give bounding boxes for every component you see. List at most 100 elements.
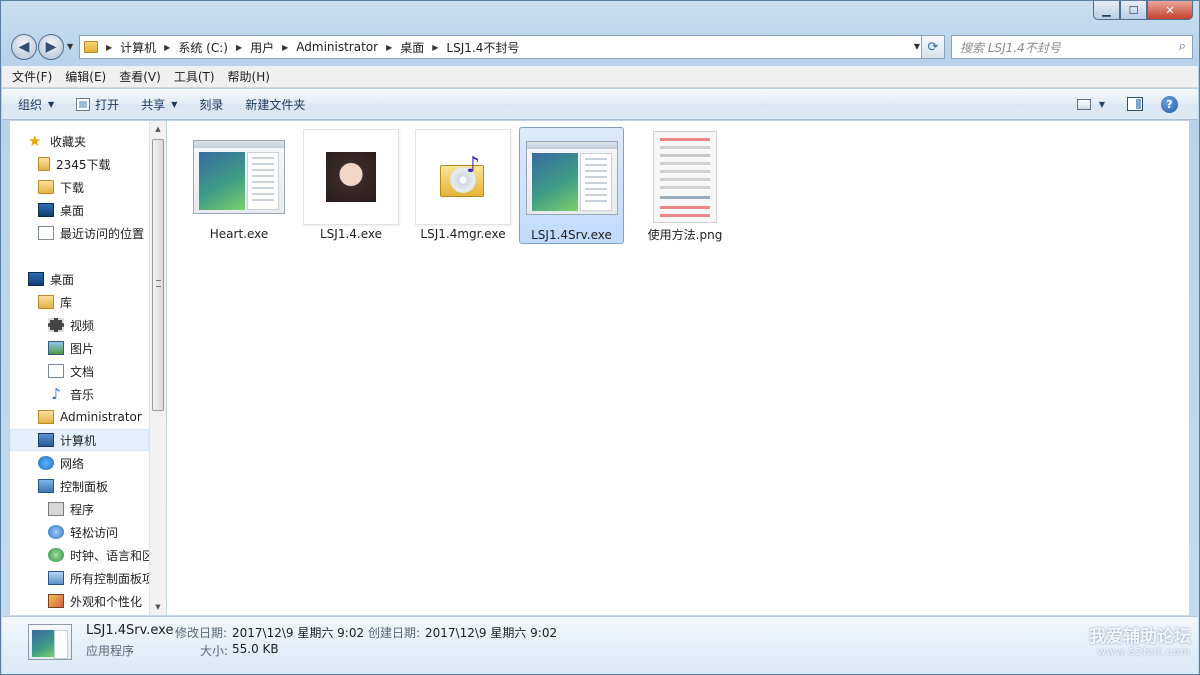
tree-item-clock-language[interactable]: 时钟、语言和区 <box>48 544 154 566</box>
tree-item-appearance[interactable]: 外观和个性化 <box>48 590 142 612</box>
open-button[interactable]: 打开 <box>76 96 119 113</box>
new-folder-button[interactable]: 新建文件夹 <box>245 96 305 113</box>
chevron-right-icon[interactable]: ▶ <box>164 43 170 52</box>
preview-pane-icon <box>1127 97 1143 111</box>
folder-icon <box>38 157 50 171</box>
downloads-folder-icon <box>38 180 54 194</box>
folder-icon <box>84 41 98 53</box>
preview-pane-button[interactable] <box>1127 95 1143 113</box>
scroll-down-arrow-icon[interactable]: ▼ <box>150 599 166 615</box>
tree-item-music[interactable]: ♪ 音乐 <box>48 383 94 405</box>
tree-item-all-control-panel[interactable]: 所有控制面板项 <box>48 567 154 589</box>
clock-globe-icon <box>48 548 64 562</box>
menu-tools[interactable]: 工具(T) <box>174 68 215 85</box>
appearance-icon <box>48 594 64 608</box>
tree-label: 控制面板 <box>60 479 109 494</box>
share-label: 共享 <box>141 97 166 112</box>
tree-label: 2345下载 <box>56 157 111 172</box>
chevron-right-icon[interactable]: ▶ <box>432 43 438 52</box>
tree-network[interactable]: 网络 <box>38 452 84 474</box>
navigation-pane-scrollbar[interactable]: ▲ ▼ <box>149 121 166 615</box>
menu-help[interactable]: 帮助(H) <box>228 68 270 85</box>
exe-window-icon <box>191 129 287 225</box>
tree-item-2345-downloads[interactable]: 2345下载 <box>38 153 111 175</box>
tree-computer[interactable]: 计算机 <box>10 429 149 451</box>
breadcrumb-computer[interactable]: 计算机 <box>120 39 156 56</box>
tree-administrator[interactable]: Administrator <box>38 406 142 428</box>
tree-label: 外观和个性化 <box>70 594 143 609</box>
breadcrumb-c-drive[interactable]: 系统 (C:) <box>178 39 228 56</box>
menu-file[interactable]: 文件(F) <box>12 68 52 85</box>
file-name: 使用方法.png <box>647 228 723 242</box>
watermark-url: www.52fzlt.com <box>1097 647 1191 658</box>
exe-window-icon <box>524 130 620 226</box>
file-item-usage-png[interactable]: 使用方法.png <box>633 129 737 243</box>
ease-of-access-icon <box>48 525 64 539</box>
minimize-button[interactable]: ▁ <box>1093 1 1120 20</box>
breadcrumb-administrator[interactable]: Administrator <box>296 40 378 54</box>
tree-label: 所有控制面板项 <box>70 571 155 586</box>
close-button[interactable]: ✕ <box>1147 1 1193 20</box>
back-button[interactable]: ◀ <box>11 34 37 60</box>
breadcrumb-desktop[interactable]: 桌面 <box>400 39 424 56</box>
maximize-button[interactable]: ☐ <box>1120 1 1147 20</box>
breadcrumb-users[interactable]: 用户 <box>250 39 274 56</box>
forward-button[interactable]: ▶ <box>38 34 64 60</box>
chevron-right-icon[interactable]: ▶ <box>106 43 112 52</box>
address-bar[interactable]: ▶ 计算机 ▶ 系统 (C:) ▶ 用户 ▶ Administrator ▶ 桌… <box>79 35 925 59</box>
tree-favorites[interactable]: ★ 收藏夹 <box>28 130 86 152</box>
tree-control-panel[interactable]: 控制面板 <box>38 475 108 497</box>
search-icon[interactable]: ⌕ <box>1179 39 1186 54</box>
refresh-icon: ⟳ <box>927 39 939 55</box>
chevron-right-icon[interactable]: ▶ <box>282 43 288 52</box>
chevron-right-icon[interactable]: ▶ <box>236 43 242 52</box>
recent-pages-dropdown[interactable]: ▼ <box>67 42 77 51</box>
menu-edit[interactable]: 编辑(E) <box>65 68 106 85</box>
control-panel-icon <box>38 479 54 493</box>
view-options-dropdown[interactable]: ▼ <box>1099 95 1105 113</box>
details-filename: LSJ1.4Srv.exe <box>86 623 174 638</box>
details-created-value: 2017\12\9 星期六 9:02 <box>425 626 558 640</box>
star-icon: ★ <box>28 132 42 150</box>
details-modified-label: 修改日期: <box>175 626 228 640</box>
tree-item-videos[interactable]: 视频 <box>48 314 94 336</box>
tree-desktop[interactable]: 桌面 <box>28 268 74 290</box>
breadcrumb-current-folder[interactable]: LSJ1.4不封号 <box>446 39 519 56</box>
new-folder-label: 新建文件夹 <box>245 97 306 112</box>
tree-label: 程序 <box>70 502 95 517</box>
address-dropdown-icon[interactable]: ▼ <box>914 42 920 51</box>
tree-library[interactable]: 库 <box>38 291 72 313</box>
file-item-lsj14srv-exe[interactable]: LSJ1.4Srv.exe <box>519 127 624 244</box>
tree-item-programs[interactable]: 程序 <box>48 498 94 520</box>
change-view-button[interactable] <box>1076 95 1091 113</box>
tree-item-recent-places[interactable]: 最近访问的位置 <box>38 222 144 244</box>
refresh-button[interactable]: ⟳ <box>921 35 945 59</box>
file-item-heart-exe[interactable]: Heart.exe <box>187 129 291 243</box>
scroll-thumb[interactable] <box>152 139 164 411</box>
file-item-lsj14mgr-exe[interactable]: ♪ LSJ1.4mgr.exe <box>411 129 515 243</box>
chevron-right-icon[interactable]: ▶ <box>386 43 392 52</box>
tree-item-ease-of-access[interactable]: 轻松访问 <box>48 521 118 543</box>
burn-button[interactable]: 刻录 <box>199 96 223 113</box>
tree-label: 音乐 <box>70 387 95 402</box>
tree-item-desktop-fav[interactable]: 桌面 <box>38 199 84 221</box>
file-item-lsj14-exe[interactable]: LSJ1.4.exe <box>299 129 403 243</box>
share-button[interactable]: 共享 ▼ <box>141 96 177 113</box>
details-created-label: 创建日期: <box>368 626 421 640</box>
tree-item-downloads[interactable]: 下载 <box>38 176 84 198</box>
search-input[interactable]: 搜索 LSJ1.4不封号 ⌕ <box>951 35 1193 59</box>
picture-icon <box>48 341 64 355</box>
tree-item-documents[interactable]: 文档 <box>48 360 94 382</box>
help-button[interactable]: ? <box>1161 95 1178 113</box>
view-controls: ▼ ? <box>1063 95 1178 113</box>
menu-view[interactable]: 查看(V) <box>119 68 161 85</box>
tree-item-pictures[interactable]: 图片 <box>48 337 94 359</box>
tree-label: 视频 <box>70 318 95 333</box>
control-panel-items-icon <box>48 571 64 585</box>
watermark-title: 我爱辅助论坛 <box>1089 627 1191 647</box>
scroll-up-arrow-icon[interactable]: ▲ <box>150 121 166 137</box>
organize-button[interactable]: 组织 ▼ <box>18 96 54 113</box>
file-name: Heart.exe <box>209 227 269 241</box>
search-placeholder: 搜索 LSJ1.4不封号 <box>960 40 1061 55</box>
explorer-window: ▁ ☐ ✕ ◀ ▶ ▼ ▶ 计算机 ▶ 系统 (C:) ▶ 用户 ▶ Admin… <box>0 0 1200 675</box>
